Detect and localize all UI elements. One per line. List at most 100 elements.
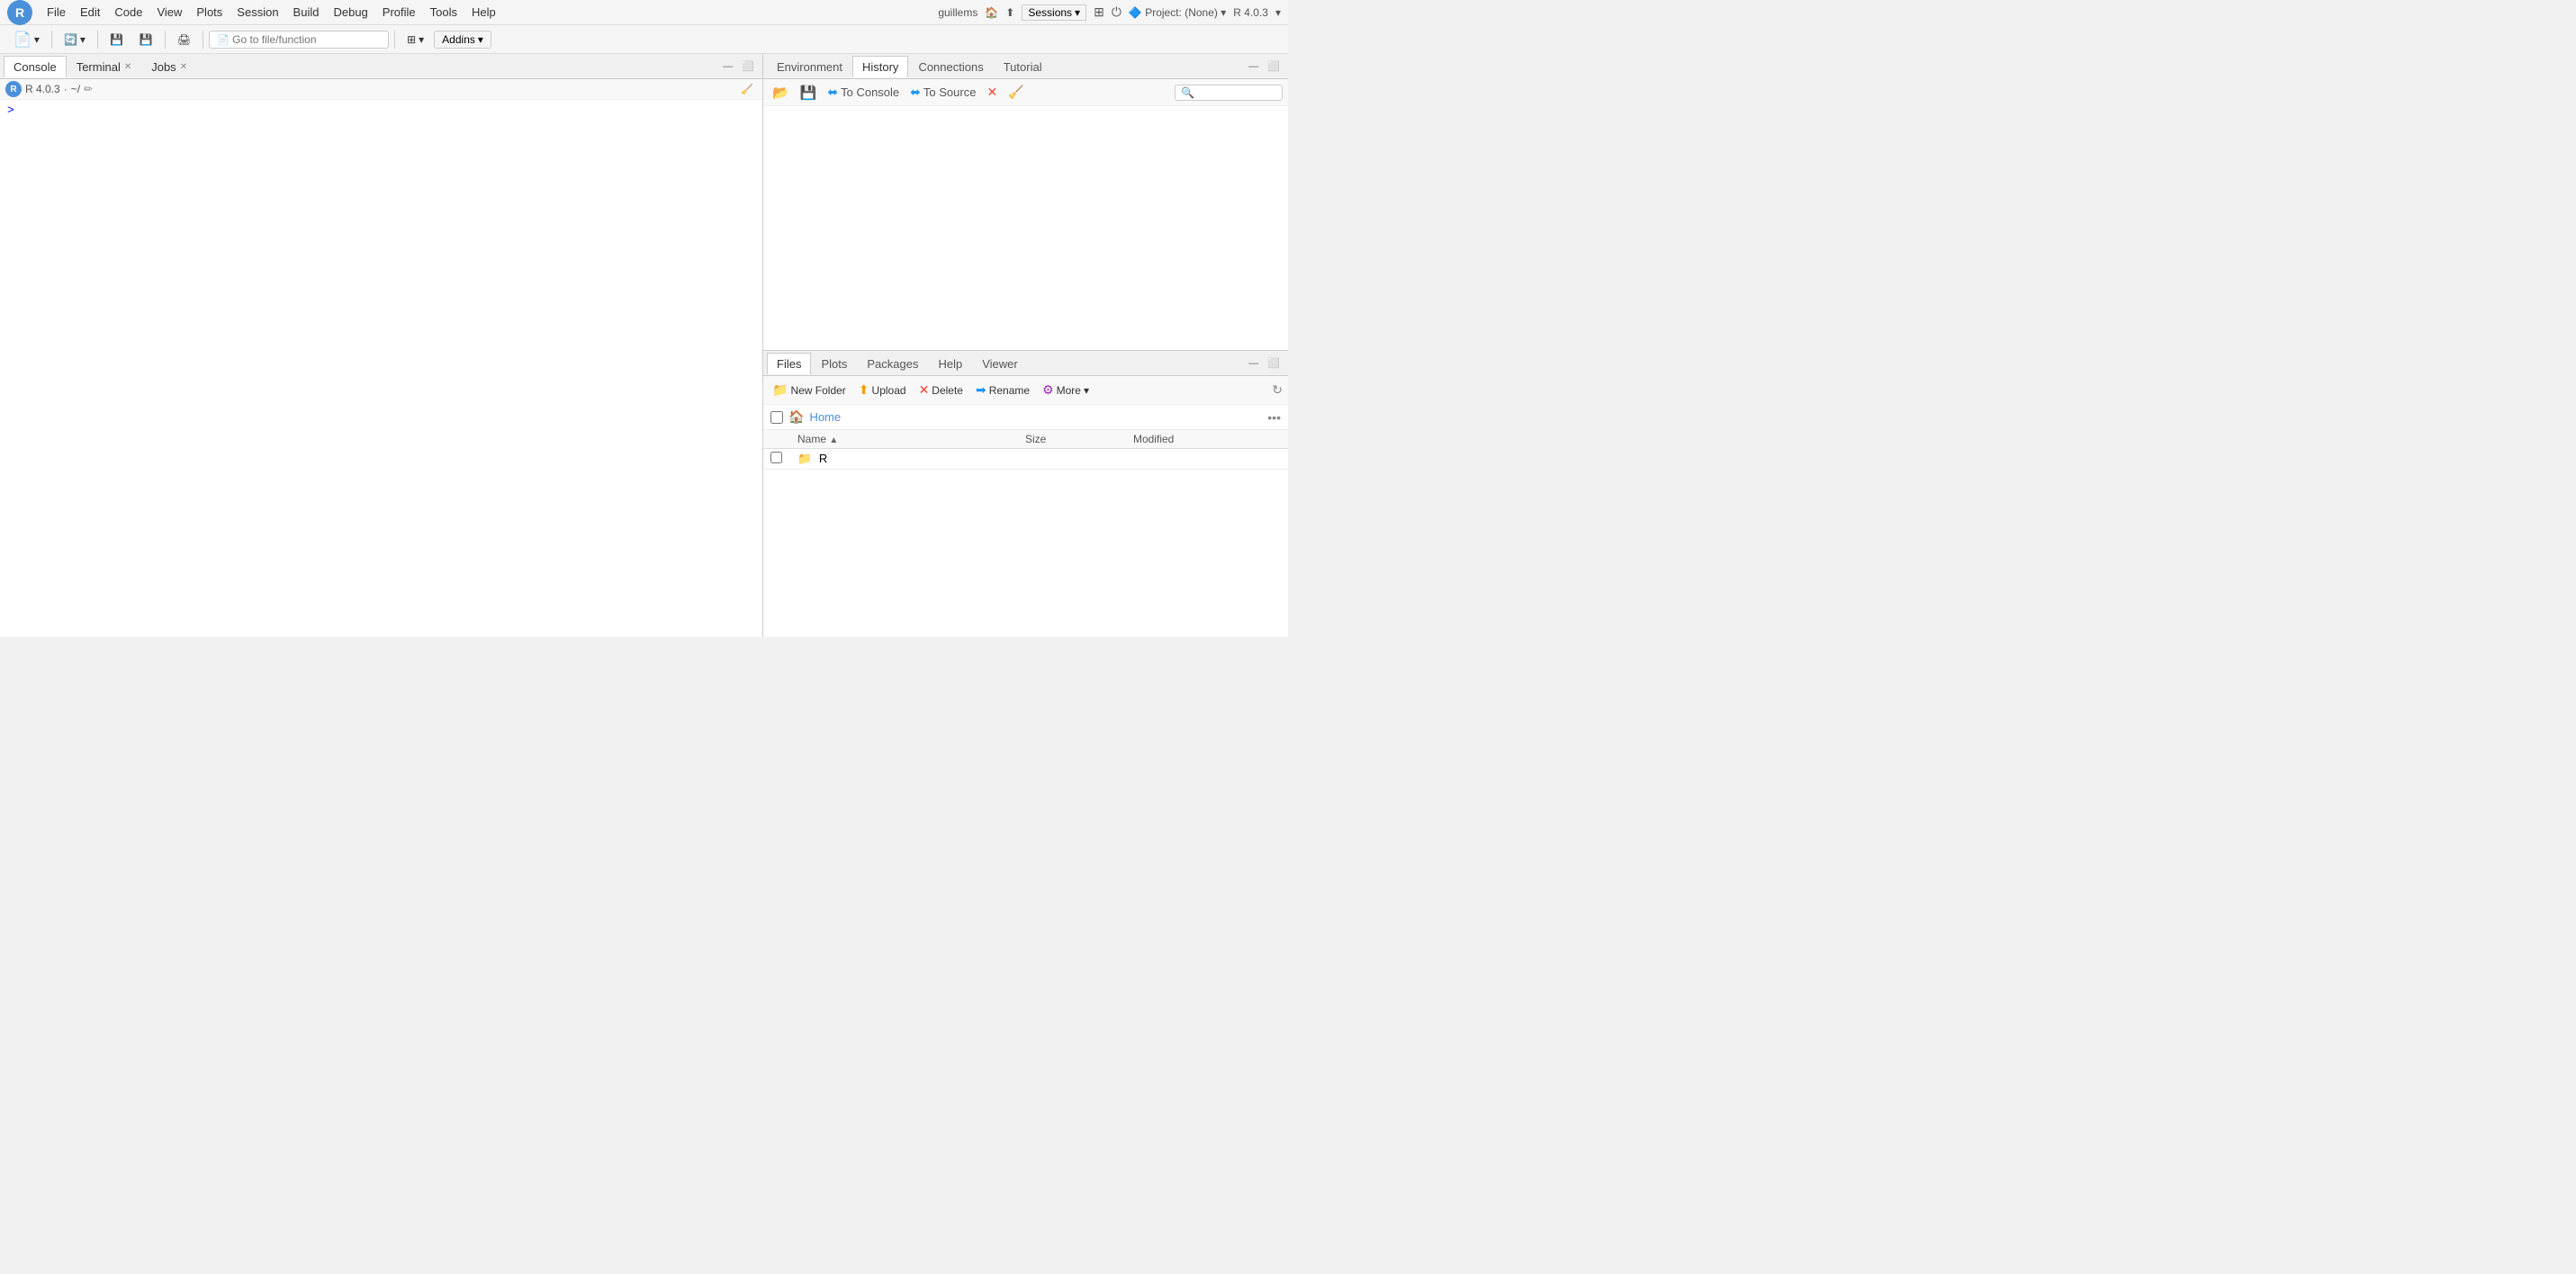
lower-right-maximize-btn[interactable]: ⬜ (1263, 355, 1284, 371)
console-content[interactable]: > (0, 100, 762, 637)
toolbar-sep-5 (394, 31, 395, 49)
tab-environment[interactable]: Environment (767, 56, 852, 77)
source-button[interactable]: 🔄 ▾ (58, 31, 92, 49)
print-button[interactable]: 🖨 (171, 31, 197, 49)
menu-view[interactable]: View (151, 4, 187, 21)
history-clear-btn[interactable]: 🧹 (1004, 84, 1027, 101)
project-selector[interactable]: 🔷 Project: (None) ▾ (1129, 6, 1226, 19)
jobs-close-icon[interactable]: ✕ (180, 62, 187, 72)
tab-files[interactable]: Files (767, 353, 811, 374)
menu-debug[interactable]: Debug (328, 4, 373, 21)
folder-icon: 📁 (797, 452, 812, 465)
history-save-btn[interactable]: 💾 (797, 84, 821, 102)
table-row[interactable]: 📁 R (763, 449, 1288, 470)
row-checkbox-cell[interactable] (763, 449, 790, 470)
console-separator: · (64, 83, 68, 95)
tab-packages[interactable]: Packages (857, 353, 928, 374)
menu-bar: R File Edit Code View Plots Session Buil… (0, 0, 1288, 25)
menu-build[interactable]: Build (288, 4, 325, 21)
col-name[interactable]: Name ▲ (790, 430, 1018, 449)
file-name: R (819, 452, 827, 465)
lower-right-tab-bar: Files Plots Packages Help Viewer — ⬜ (763, 351, 1288, 376)
history-to-source-btn[interactable]: ⬌ To Source (906, 84, 979, 101)
sessions-button[interactable]: Sessions ▾ (1022, 4, 1086, 21)
row-name-cell[interactable]: 📁 R (790, 449, 1018, 470)
username: guillems (938, 6, 977, 19)
goto-input[interactable] (232, 33, 376, 46)
history-to-console-btn[interactable]: ⬌ To Console (824, 84, 903, 101)
console-minimize-btn[interactable]: — (718, 59, 737, 74)
upload-icon: ⬆ (859, 382, 869, 398)
history-remove-btn[interactable]: ✕ (983, 84, 1001, 101)
menu-session[interactable]: Session (231, 4, 284, 21)
menu-tools[interactable]: Tools (425, 4, 463, 21)
tab-tutorial[interactable]: Tutorial (994, 56, 1052, 77)
tab-help[interactable]: Help (928, 353, 972, 374)
delete-btn[interactable]: ✕ Delete (915, 381, 967, 399)
addins-button[interactable]: Addins ▾ (434, 31, 491, 49)
files-refresh-btn[interactable]: ↻ (1272, 382, 1283, 398)
col-size[interactable]: Size (1018, 430, 1126, 449)
console-clear-btn[interactable]: 🧹 (737, 83, 757, 96)
console-sub-toolbar: R R 4.0.3 · ~/ ✏ 🧹 (0, 79, 762, 100)
save-button[interactable]: 💾 (104, 31, 130, 49)
menu-code[interactable]: Code (109, 4, 148, 21)
new-session-icon[interactable]: ⊞ (1094, 4, 1104, 20)
lower-right-minimize-btn[interactable]: — (1244, 356, 1263, 371)
row-checkbox[interactable] (770, 452, 782, 463)
home-link[interactable]: Home (809, 410, 841, 424)
user-upload-icon[interactable]: ⬆ (1005, 6, 1014, 19)
new-file-button[interactable]: 📄 ▾ (7, 28, 46, 51)
toolbar-sep-2 (97, 31, 98, 49)
left-panel: Console Terminal ✕ Jobs ✕ — ⬜ R R 4.0.3 … (0, 54, 763, 637)
history-load-btn[interactable]: 📂 (769, 84, 793, 102)
sessions-dropdown-icon: ▾ (1075, 6, 1080, 19)
goto-icon: 📄 (217, 35, 230, 46)
print-icon: 🖨 (177, 33, 191, 46)
terminal-close-icon[interactable]: ✕ (124, 62, 131, 72)
menu-profile[interactable]: Profile (377, 4, 421, 21)
tab-console[interactable]: Console (4, 56, 67, 77)
console-r-icon: R (5, 81, 22, 97)
tab-history[interactable]: History (852, 56, 908, 77)
files-select-all-checkbox[interactable] (770, 411, 783, 424)
main-layout: Console Terminal ✕ Jobs ✕ — ⬜ R R 4.0.3 … (0, 54, 1288, 637)
upper-right-maximize-btn[interactable]: ⬜ (1263, 58, 1284, 74)
row-modified-cell (1126, 449, 1288, 470)
upload-btn[interactable]: ⬆ Upload (855, 381, 910, 399)
source-icon: 🔄 (64, 33, 77, 46)
menu-plots[interactable]: Plots (191, 4, 228, 21)
tab-jobs[interactable]: Jobs ✕ (141, 56, 197, 77)
console-path: ~/ (71, 83, 80, 95)
console-version: R 4.0.3 (25, 83, 60, 95)
new-folder-btn[interactable]: 📁 New Folder (769, 381, 850, 399)
rename-icon: ➡ (976, 382, 986, 398)
console-path-icon: ✏ (84, 83, 93, 95)
right-panel: Environment History Connections Tutorial… (763, 54, 1288, 637)
console-maximize-btn[interactable]: ⬜ (737, 58, 759, 74)
history-search-input[interactable] (1175, 85, 1283, 101)
project-dropdown-icon: ▾ (1220, 6, 1226, 19)
tab-viewer[interactable]: Viewer (972, 353, 1028, 374)
goto-input-container[interactable]: 📄 (209, 31, 389, 49)
r-logo: R (7, 0, 32, 25)
files-toolbar: 📁 New Folder ⬆ Upload ✕ Delete ➡ Rename (763, 376, 1288, 405)
col-modified[interactable]: Modified (1126, 430, 1288, 449)
upper-right-minimize-btn[interactable]: — (1244, 59, 1263, 74)
files-path-more-btn[interactable]: ••• (1267, 410, 1281, 425)
home-icon: 🏠 (788, 409, 804, 425)
menu-edit[interactable]: Edit (75, 4, 105, 21)
toolbar: 📄 ▾ 🔄 ▾ 💾 💾 🖨 📄 ⊞ ▾ Addins ▾ (0, 25, 1288, 54)
rename-btn[interactable]: ➡ Rename (972, 381, 1033, 399)
layout-button[interactable]: ⊞ ▾ (401, 31, 430, 49)
tab-connections[interactable]: Connections (908, 56, 993, 77)
menu-right: guillems 🏠 ⬆ Sessions ▾ ⊞ ⏻ 🔷 Project: (… (938, 4, 1281, 21)
tab-plots[interactable]: Plots (811, 353, 857, 374)
menu-file[interactable]: File (41, 4, 71, 21)
menu-help[interactable]: Help (466, 4, 501, 21)
save-all-button[interactable]: 💾 (133, 31, 159, 49)
more-btn[interactable]: ⚙ More ▾ (1039, 381, 1093, 399)
tab-terminal[interactable]: Terminal ✕ (67, 56, 142, 77)
session-suspend-icon[interactable]: ⏻ (1112, 4, 1121, 20)
more-gear-icon: ⚙ (1042, 382, 1054, 398)
